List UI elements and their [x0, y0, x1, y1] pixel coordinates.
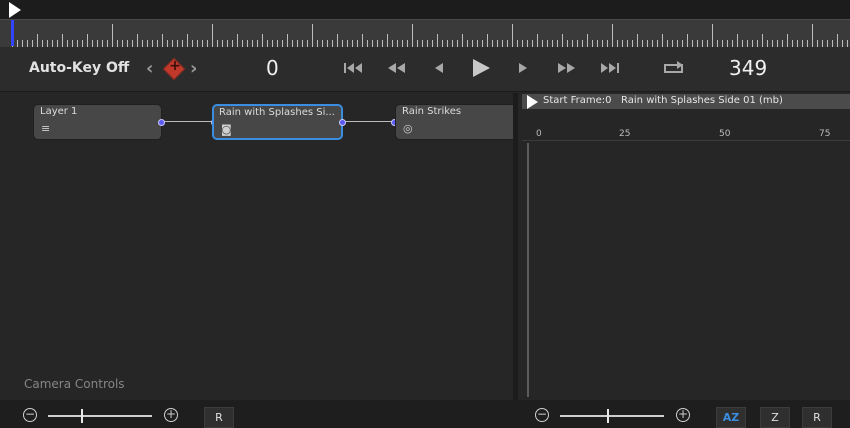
autokey-toggle[interactable]: Auto-Key Off [29, 60, 129, 76]
timeline-zoom-in-icon[interactable]: + [676, 408, 690, 422]
timeline-ruler[interactable] [0, 19, 850, 48]
zoom-in-icon[interactable]: + [164, 408, 178, 422]
track-header[interactable]: Start Frame:0 Rain with Splashes Side 01… [522, 94, 850, 109]
timeline-zoom-out-icon[interactable]: − [535, 408, 549, 422]
node-wire [161, 121, 214, 122]
loop-icon[interactable] [662, 60, 688, 76]
node-layer-1[interactable]: Layer 1 ≡ [33, 104, 162, 140]
track-title: Start Frame:0 Rain with Splashes Side 01… [543, 95, 783, 106]
rewind-icon[interactable] [387, 61, 407, 75]
start-frame-label: Start Frame:0 [543, 95, 612, 106]
layers-icon: ≡ [41, 122, 51, 135]
emitter-icon: ◙ [221, 123, 232, 136]
camera-controls-label: Camera Controls [24, 377, 125, 391]
transport-bar: Auto-Key Off ‹ + › 0 349 [0, 47, 850, 92]
output-port[interactable] [158, 119, 165, 126]
current-frame-field[interactable]: 0 [266, 56, 279, 80]
playhead[interactable] [11, 20, 14, 46]
node-rain-with-splashes[interactable]: Rain with Splashes Si... ◙ [212, 104, 343, 140]
node-title: Rain Strikes [402, 106, 462, 117]
tick-label: 0 [536, 129, 542, 139]
track-time-cursor[interactable] [527, 143, 529, 397]
node-rain-strikes[interactable]: Rain Strikes ◎ [395, 104, 517, 140]
next-key-icon[interactable]: › [190, 58, 197, 79]
zoom-slider-handle[interactable] [81, 409, 83, 423]
az-sort-button[interactable]: AZ [716, 407, 746, 428]
go-to-end-icon[interactable] [600, 61, 622, 75]
target-icon: ◎ [403, 122, 413, 135]
timeline-reset-button[interactable]: R [802, 407, 832, 428]
timeline-zoom-slider[interactable] [560, 415, 664, 417]
tick-label: 25 [619, 129, 631, 139]
track-name: Rain with Splashes Side 01 (mb) [621, 95, 783, 106]
tick-label: 75 [819, 129, 831, 139]
track-timeline-panel[interactable]: Start Frame:0 Rain with Splashes Side 01… [518, 93, 850, 400]
add-key-plus: + [169, 58, 181, 74]
step-forward-icon[interactable] [517, 61, 529, 75]
ruler-major-ticks [12, 20, 850, 47]
play-icon[interactable] [470, 57, 492, 79]
output-port[interactable] [339, 119, 346, 126]
fast-forward-icon[interactable] [557, 61, 577, 75]
zoom-slider[interactable] [48, 415, 152, 417]
node-title: Layer 1 [40, 106, 78, 117]
end-frame-field[interactable]: 349 [729, 56, 767, 80]
node-wire [343, 121, 395, 122]
timeline-zoom-slider-handle[interactable] [607, 409, 609, 423]
track-play-icon[interactable] [527, 95, 538, 109]
timeline-top-strip [0, 0, 850, 19]
z-button[interactable]: Z [760, 407, 790, 428]
step-back-icon[interactable] [433, 61, 445, 75]
reset-view-button[interactable]: R [204, 407, 234, 428]
prev-key-icon[interactable]: ‹ [146, 58, 153, 79]
track-separator [522, 140, 850, 141]
tick-label: 50 [719, 129, 731, 139]
start-marker-icon[interactable] [9, 2, 21, 18]
node-title: Rain with Splashes Si... [219, 107, 335, 118]
node-graph-panel[interactable]: Layer 1 ≡ Rain with Splashes Si... ◙ Rai… [8, 93, 517, 400]
zoom-out-icon[interactable]: − [23, 408, 37, 422]
go-to-start-icon[interactable] [343, 61, 363, 75]
bottom-toolbar: − + R − + AZ Z R [0, 400, 850, 428]
